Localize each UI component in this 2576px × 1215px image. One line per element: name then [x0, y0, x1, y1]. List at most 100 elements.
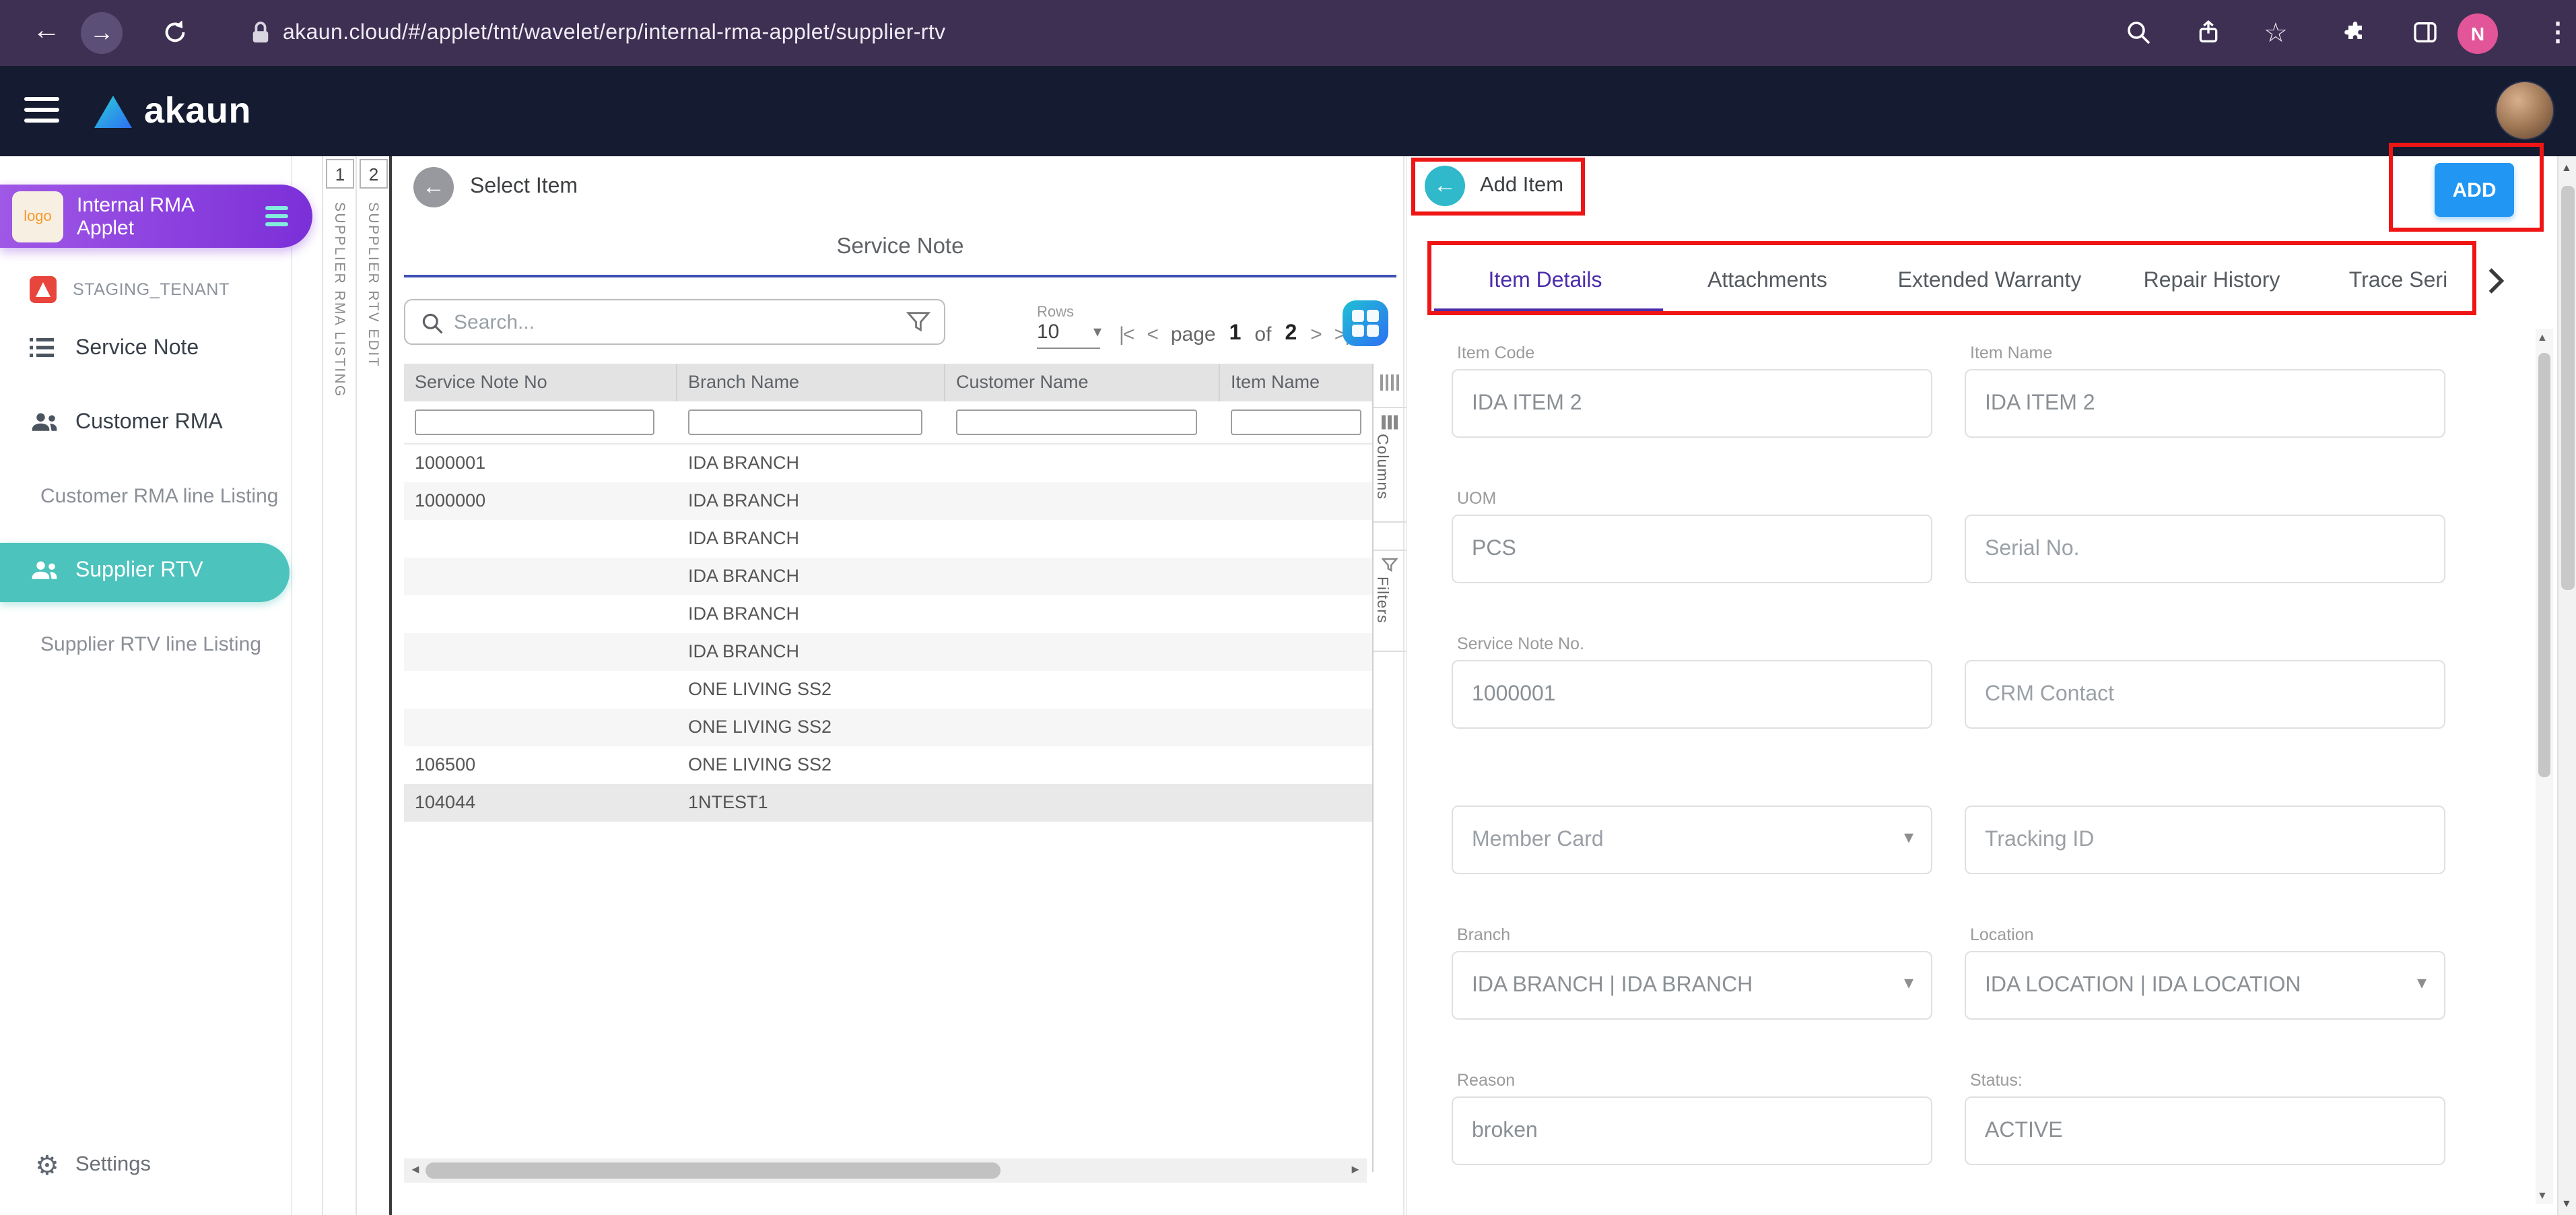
grid-view-button[interactable]	[1343, 300, 1388, 346]
sidebar-item-supplier-rtv-line-listing[interactable]: Supplier RTV line Listing	[0, 617, 292, 676]
table-row[interactable]: 1000001IDA BRANCH	[404, 445, 1372, 482]
first-page-button[interactable]: |<	[1119, 323, 1133, 346]
rows-per-page-dropdown[interactable]: Rows 10 ▾	[1037, 299, 1104, 353]
prev-page-button[interactable]: <	[1147, 323, 1157, 346]
field-input[interactable]: IDA ITEM 2	[1452, 369, 1932, 438]
column-header[interactable]: Item Name	[1220, 364, 1372, 401]
add-button[interactable]: ADD	[2435, 163, 2514, 217]
table-row[interactable]: ONE LIVING SS2	[404, 671, 1372, 709]
workspace-tab-number: 2	[360, 159, 388, 189]
workspace-tab-supplier-rtv-edit[interactable]: 2 SUPPLIER RTV EDIT	[355, 156, 389, 1215]
column-header[interactable]: Service Note No	[404, 364, 677, 401]
back-button[interactable]: ←	[1425, 166, 1465, 206]
scrollbar-thumb[interactable]	[2561, 186, 2575, 590]
table-row[interactable]: 1000000IDA BRANCH	[404, 482, 1372, 520]
table-row[interactable]: IDA BRANCH	[404, 633, 1372, 671]
scroll-right-icon[interactable]: ►	[1349, 1162, 1361, 1176]
table-row[interactable]: ONE LIVING SS2	[404, 709, 1372, 746]
field-input[interactable]: broken	[1452, 1096, 1932, 1165]
field-tracking-id[interactable]: Tracking ID	[1965, 773, 2445, 874]
field-location[interactable]: Location IDA LOCATION | IDA LOCATION ▾	[1965, 919, 2445, 1020]
tab-attachments[interactable]: Attachments	[1656, 249, 1878, 313]
scroll-down-icon[interactable]: ▼	[2561, 1197, 2572, 1210]
tabs-scroll-right-button[interactable]	[2487, 267, 2505, 302]
browser-forward-button[interactable]: →	[81, 12, 123, 54]
column-header[interactable]: Customer Name	[945, 364, 1220, 401]
browser-menu-icon[interactable]: ⋮	[2545, 18, 2571, 48]
scrollbar-thumb[interactable]	[2538, 353, 2550, 777]
column-header[interactable]: Branch Name	[677, 364, 945, 401]
field-dropdown[interactable]: IDA BRANCH | IDA BRANCH ▾	[1452, 951, 1932, 1020]
tab-trace-serial[interactable]: Trace Seri	[2323, 249, 2474, 313]
table-row[interactable]: IDA BRANCH	[404, 558, 1372, 595]
field-crm-contact[interactable]: CRM Contact	[1965, 628, 2445, 729]
tab-repair-history[interactable]: Repair History	[2101, 249, 2323, 313]
next-page-button[interactable]: >	[1310, 323, 1321, 346]
applet-list-icon[interactable]	[265, 206, 288, 226]
user-avatar[interactable]	[2495, 81, 2554, 140]
table-row[interactable]: 106500ONE LIVING SS2	[404, 746, 1372, 784]
drag-handle-icon[interactable]	[1380, 374, 1399, 391]
search-input[interactable]	[454, 306, 885, 338]
menu-hamburger-button[interactable]	[24, 96, 59, 125]
field-item-code[interactable]: Item Code IDA ITEM 2	[1452, 337, 1932, 438]
address-bar[interactable]: akaun.cloud/#/applet/tnt/wavelet/erp/int…	[250, 0, 946, 66]
sidebar-item-customer-rma[interactable]: Customer RMA	[0, 395, 292, 454]
scroll-up-icon[interactable]: ▲	[2537, 331, 2548, 343]
field-serial-no[interactable]: Serial No.	[1965, 482, 2445, 583]
table-row[interactable]: 1040441NTEST1	[404, 784, 1372, 822]
sidebar-item-supplier-rtv[interactable]: Supplier RTV	[0, 543, 290, 602]
filter-input-item-name[interactable]	[1231, 409, 1361, 435]
scroll-left-icon[interactable]: ◄	[409, 1162, 421, 1176]
columns-button[interactable]: Columns	[1374, 407, 1406, 523]
filter-input-service-note-no[interactable]	[415, 409, 654, 435]
field-uom[interactable]: UOM PCS	[1452, 482, 1932, 583]
akaun-triangle-icon	[94, 95, 132, 127]
share-icon[interactable]	[2195, 19, 2222, 53]
extensions-puzzle-icon[interactable]	[2342, 19, 2369, 53]
side-panel-icon[interactable]	[2412, 19, 2439, 53]
field-member-card[interactable]: Member Card ▾	[1452, 773, 1932, 874]
filter-input-customer-name[interactable]	[956, 409, 1197, 435]
field-item-name[interactable]: Item Name IDA ITEM 2	[1965, 337, 2445, 438]
tab-service-note[interactable]: Service Note	[404, 234, 1396, 260]
back-button[interactable]: ←	[413, 167, 454, 207]
field-status[interactable]: Status: ACTIVE	[1965, 1064, 2445, 1165]
field-input[interactable]: IDA ITEM 2	[1965, 369, 2445, 438]
field-service-note-no[interactable]: Service Note No. 1000001	[1452, 628, 1932, 729]
panel-scrollbar[interactable]: ▲ ▼	[2536, 329, 2553, 1204]
field-dropdown[interactable]: Member Card ▾	[1452, 806, 1932, 874]
bookmark-star-icon[interactable]: ☆	[2264, 16, 2288, 50]
search-icon[interactable]	[2125, 19, 2152, 53]
sidebar-item-settings[interactable]: ⚙ Settings	[0, 1137, 292, 1196]
table-row[interactable]: IDA BRANCH	[404, 595, 1372, 633]
workspace-tab-supplier-rma-listing[interactable]: 1 SUPPLIER RMA LISTING	[322, 156, 355, 1215]
sidebar-applet-card[interactable]: logo Internal RMA Applet	[0, 185, 312, 248]
sidebar-tenant[interactable]: STAGING_TENANT	[0, 272, 292, 310]
browser-back-button[interactable]: ←	[32, 15, 61, 47]
sidebar-item-customer-rma-line-listing[interactable]: Customer RMA line Listing	[0, 469, 292, 528]
field-input[interactable]: PCS	[1452, 515, 1932, 583]
horizontal-scrollbar[interactable]: ◄ ►	[404, 1158, 1367, 1183]
scroll-down-icon[interactable]: ▼	[2537, 1189, 2548, 1202]
field-branch[interactable]: Branch IDA BRANCH | IDA BRANCH ▾	[1452, 919, 1932, 1020]
sidebar-item-service-note[interactable]: Service Note	[0, 321, 292, 380]
browser-profile-avatar[interactable]: N	[2458, 13, 2498, 54]
table-row[interactable]: IDA BRANCH	[404, 520, 1372, 558]
field-reason[interactable]: Reason broken	[1452, 1064, 1932, 1165]
filter-icon[interactable]	[906, 311, 930, 339]
filter-input-branch-name[interactable]	[688, 409, 922, 435]
field-input[interactable]: 1000001	[1452, 660, 1932, 729]
field-dropdown[interactable]: IDA LOCATION | IDA LOCATION ▾	[1965, 951, 2445, 1020]
scrollbar-thumb[interactable]	[426, 1162, 1001, 1179]
field-input[interactable]: Serial No.	[1965, 515, 2445, 583]
page-scrollbar[interactable]: ▲ ▼	[2557, 156, 2576, 1215]
scroll-up-icon[interactable]: ▲	[2561, 162, 2572, 174]
browser-reload-button[interactable]	[162, 19, 189, 53]
tab-extended-warranty[interactable]: Extended Warranty	[1878, 249, 2101, 313]
filters-button[interactable]: Filters	[1374, 550, 1406, 652]
field-input[interactable]: ACTIVE	[1965, 1096, 2445, 1165]
tab-item-details[interactable]: Item Details	[1434, 249, 1656, 313]
field-input[interactable]: CRM Contact	[1965, 660, 2445, 729]
field-input[interactable]: Tracking ID	[1965, 806, 2445, 874]
